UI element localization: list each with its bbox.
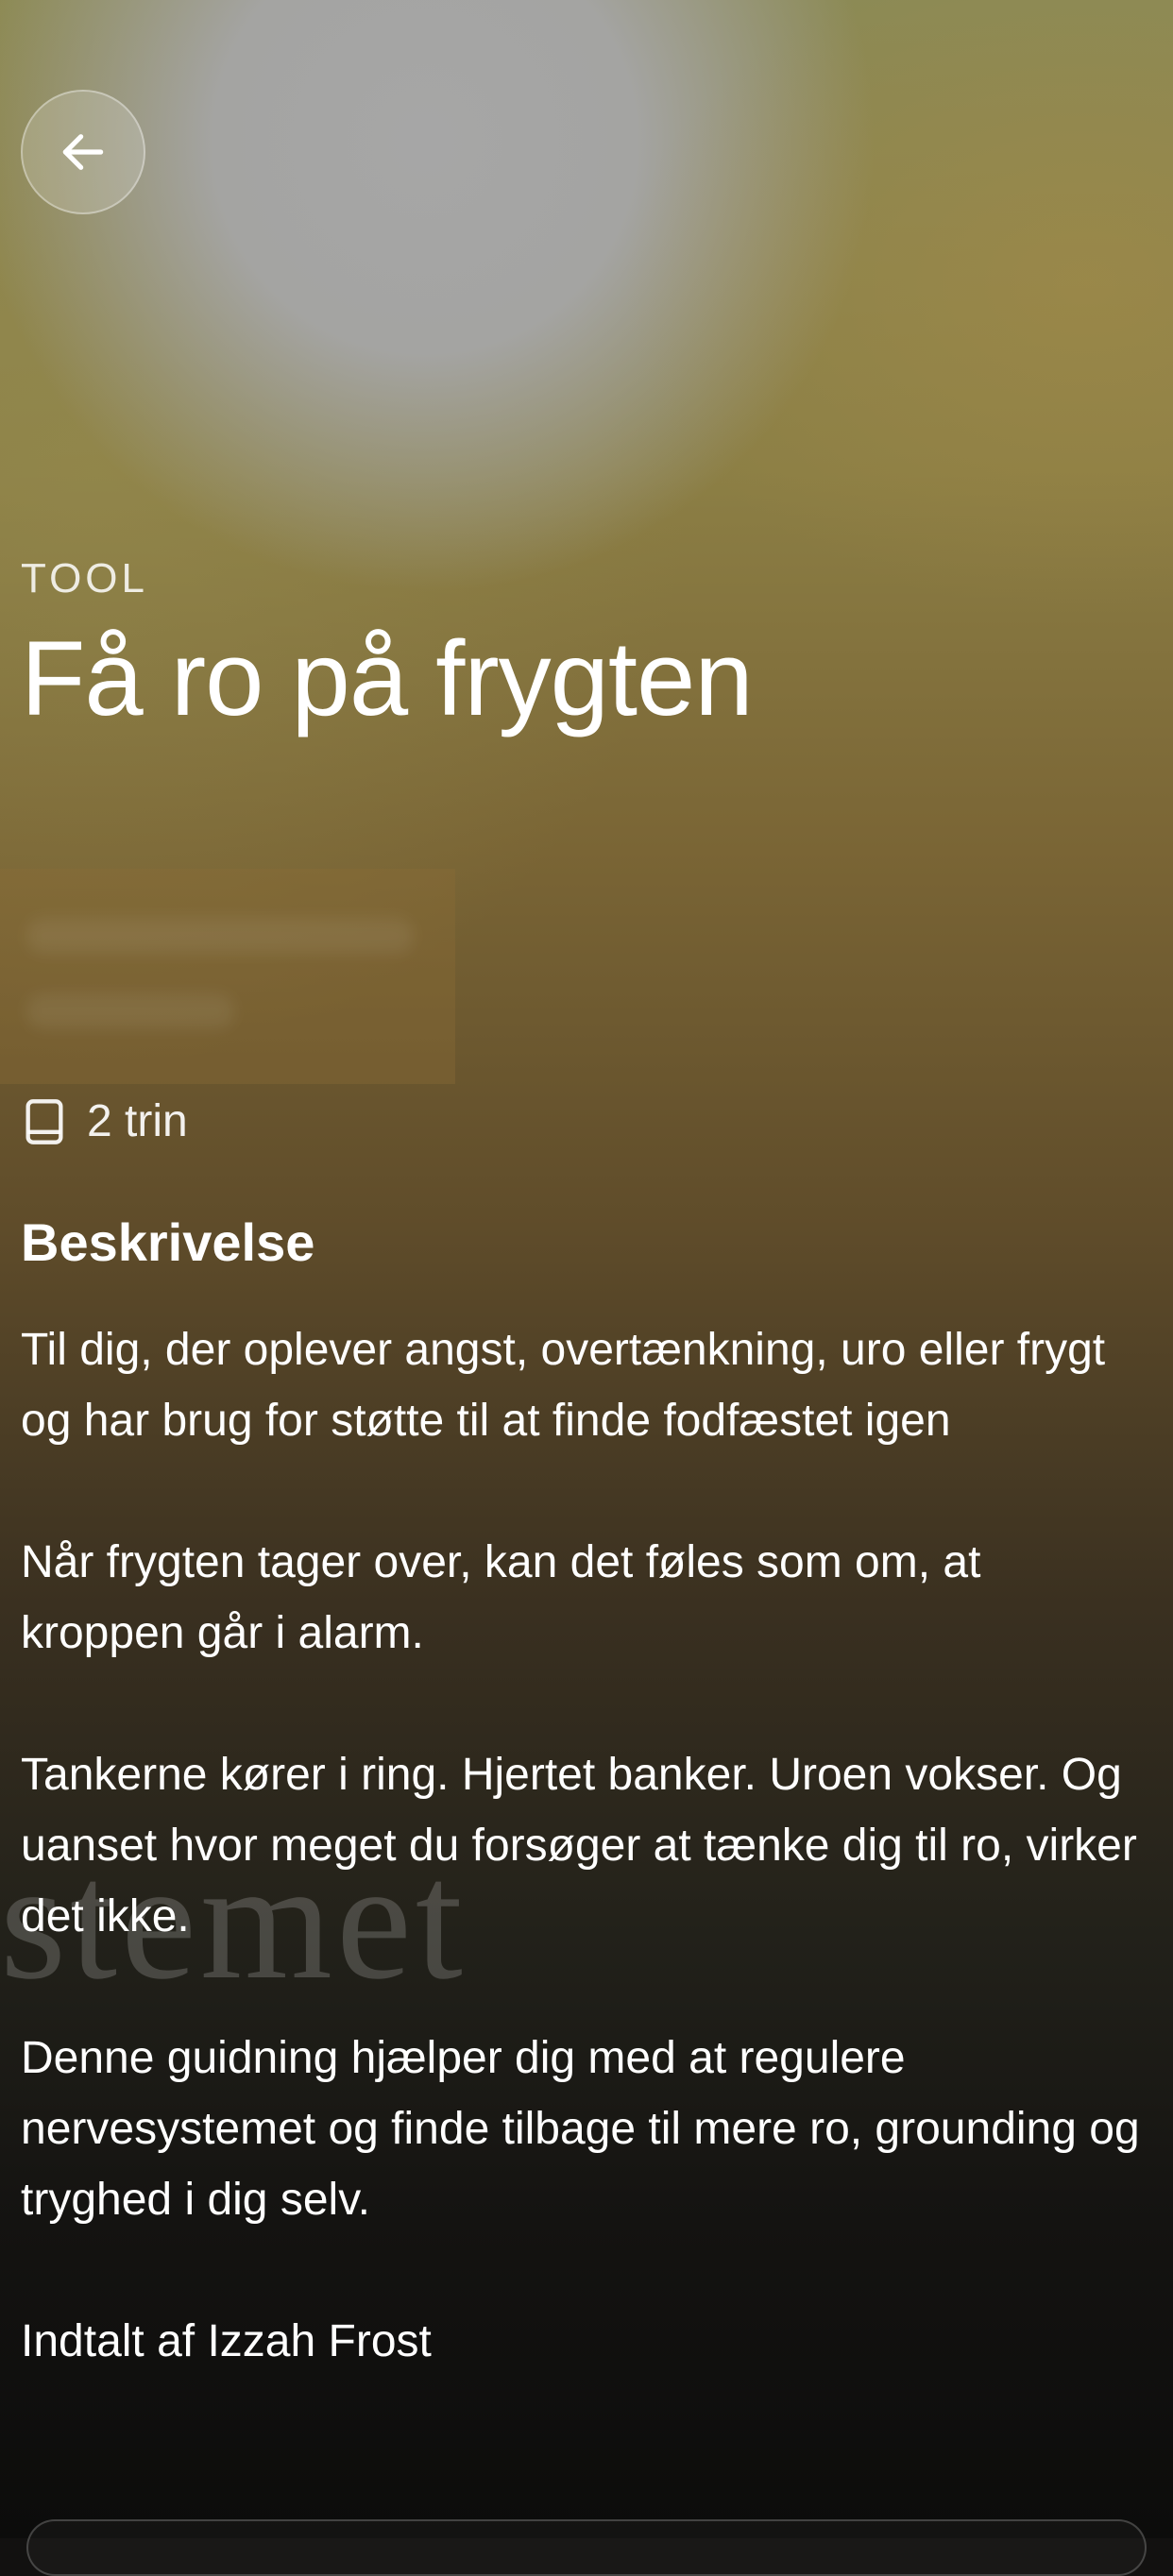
category-label: TOOL	[21, 555, 149, 602]
blurred-panel	[0, 869, 455, 1084]
description-paragraph: Til dig, der oplever angst, overtænkning…	[21, 1325, 1106, 1446]
bottom-card[interactable]	[26, 2519, 1147, 2576]
description-paragraph: Denne guidning hjælper dig med at regule…	[21, 2033, 1140, 2225]
arrow-left-icon	[62, 134, 104, 170]
description-paragraph: Når frygten tager over, kan det føles so…	[21, 1537, 981, 1658]
description-heading: Beskrivelse	[21, 1212, 315, 1272]
steps-label: 2 trin	[87, 1096, 188, 1146]
description-text: Til dig, der oplever angst, overtænkning…	[21, 1314, 1154, 2448]
blurred-line	[26, 918, 414, 954]
page-title: Få ro på frygten	[21, 619, 754, 737]
narrator-credit: Indtalt af Izzah Frost	[21, 2316, 432, 2366]
blurred-line	[26, 993, 234, 1029]
book-icon	[26, 1098, 63, 1144]
steps-info: 2 trin	[23, 1095, 188, 1147]
back-button[interactable]	[21, 90, 145, 214]
description-paragraph: Tankerne kører i ring. Hjertet banker. U…	[21, 1750, 1137, 1941]
